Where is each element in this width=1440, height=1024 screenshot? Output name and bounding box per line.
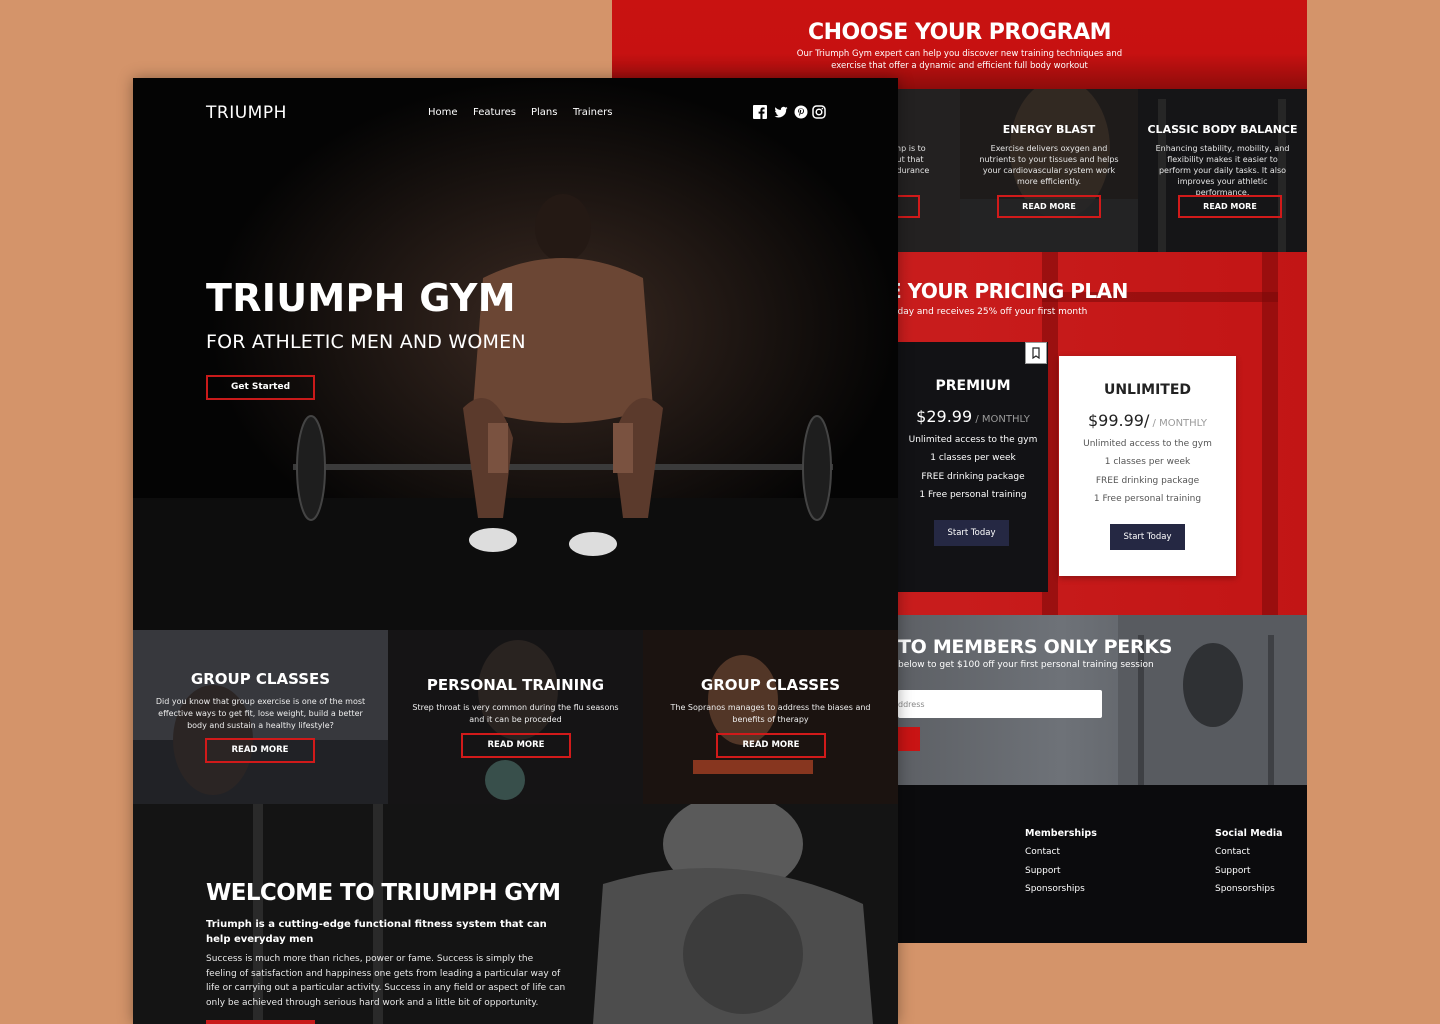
service-card-title: PERSONAL TRAINING [426,676,605,694]
read-more-button[interactable]: READ MORE [461,733,571,758]
bookmark-icon[interactable] [1025,342,1047,364]
footer-heading-social-media: Social Media [1215,828,1283,839]
plan-feature: 1 classes per week [930,453,1016,463]
service-card-personal-training: PERSONAL TRAINING Strep throat is very c… [388,630,643,804]
nav-trainers[interactable]: Trainers [573,107,612,118]
plan-name: PREMIUM [935,378,1011,394]
read-more-button[interactable]: READ MORE [205,738,315,763]
service-card-title: GROUP CLASSES [700,676,841,694]
footer: Memberships Contact Support Sponsorships… [898,785,1307,943]
plan-feature: Unlimited access to the gym [908,435,1038,445]
service-card-group-classes-2: GROUP CLASSES The Sopranos manages to ad… [643,630,898,804]
perks-title: TO MEMBERS ONLY PERKS [898,636,1173,658]
plan-price: $29.99 / MONTHLY [916,407,1030,426]
subscribe-button[interactable] [898,727,920,751]
plan-card-unlimited: UNLIMITED $99.99/ / MONTHLY Unlimited ac… [1059,356,1236,576]
service-card-desc: Did you know that group exercise is one … [155,697,366,730]
program-card-desc: Exercise delivers oxygen and nutrients t… [979,144,1119,186]
plan-price: $99.99/ / MONTHLY [1087,411,1208,430]
plan-card-premium: PREMIUM $29.99 / MONTHLY Unlimited acces… [898,342,1048,592]
nav-features[interactable]: Features [473,107,516,118]
learn-more-button[interactable] [206,1020,315,1024]
plan-feature: FREE drinking package [921,472,1025,482]
gym-rack-decor [1262,252,1278,615]
pricing-subtitle: oday and receives 25% off your first mon… [892,307,1088,317]
members-perks-section: TO MEMBERS ONLY PERKS below to get $100 … [898,615,1307,785]
welcome-section: WELCOME TO TRIUMPH GYM Triumph is a cutt… [133,804,898,1024]
service-card-desc: Strep throat is very common during the f… [412,703,619,724]
plan-feature: Unlimited access to the gym [1083,439,1212,449]
service-card-group-classes: GROUP CLASSES Did you know that group ex… [133,630,388,804]
program-card-title: ENERGY BLAST [1002,123,1096,136]
program-subtitle: Our Triumph Gym expert can help you disc… [796,49,1123,71]
read-more-button[interactable]: READ MORE [1178,195,1282,218]
read-more-button[interactable]: READ MORE [716,733,826,758]
program-card-desc: Enhancing stability, mobility, and flexi… [1155,144,1290,197]
service-card-desc: The Sopranos manages to address the bias… [670,703,871,724]
perks-subtitle: below to get $100 off your first persona… [898,660,1154,670]
program-card-energy-blast: ENERGY BLAST Exercise delivers oxygen an… [960,89,1138,252]
plan-feature: 1 Free personal training [919,490,1027,500]
instagram-icon[interactable] [812,105,826,119]
welcome-body: Success is much more than riches, power … [206,954,566,1008]
hero-section: TRIUMPH Home Features Plans Trainers TRI… [133,78,898,630]
start-today-button[interactable]: Start Today [1110,524,1185,550]
program-header: CHOOSE YOUR PROGRAM Our Triumph Gym expe… [612,0,1307,89]
hero-subtitle: FOR ATHLETIC MEN AND WOMEN [206,331,526,353]
footer-link-contact[interactable]: Contact [1215,847,1250,857]
get-started-button[interactable]: Get Started [206,375,315,400]
home-page-mockup: TRIUMPH Home Features Plans Trainers TRI… [133,78,898,1024]
hero-title: TRIUMPH GYM [206,276,516,320]
brand-logo[interactable]: TRIUMPH [206,103,287,123]
footer-link-sponsorships[interactable]: Sponsorships [1215,884,1275,894]
program-card-title: CLASSIC BODY BALANCE [1147,123,1298,136]
hero-athlete-photo [133,78,898,630]
facebook-icon[interactable] [753,105,767,119]
service-card-title: GROUP CLASSES [190,670,331,688]
nav-home[interactable]: Home [428,107,458,118]
start-today-button[interactable]: Start Today [934,520,1009,546]
email-input[interactable]: ddress [898,690,1102,718]
pinterest-icon[interactable] [794,105,808,119]
plan-name: UNLIMITED [1103,382,1192,398]
nav-plans[interactable]: Plans [531,107,557,118]
footer-link-contact[interactable]: Contact [1025,847,1060,857]
program-title: CHOOSE YOUR PROGRAM [808,20,1112,45]
footer-heading-memberships: Memberships [1025,828,1097,839]
footer-link-support[interactable]: Support [1025,866,1061,876]
welcome-title: WELCOME TO TRIUMPH GYM [206,880,561,906]
plan-feature: FREE drinking package [1095,476,1200,486]
pricing-title: E YOUR PRICING PLAN [888,279,1128,303]
plan-feature: 1 Free personal training [1093,494,1202,504]
welcome-lead: Triumph is a cutting-edge functional fit… [206,919,547,945]
program-card-classic-body-balance: CLASSIC BODY BALANCE Enhancing stability… [1138,89,1307,252]
twitter-icon[interactable] [774,105,788,119]
footer-link-support[interactable]: Support [1215,866,1251,876]
plan-feature: 1 classes per week [1104,457,1191,467]
read-more-button[interactable]: READ MORE [997,195,1101,218]
footer-link-sponsorships[interactable]: Sponsorships [1025,884,1085,894]
